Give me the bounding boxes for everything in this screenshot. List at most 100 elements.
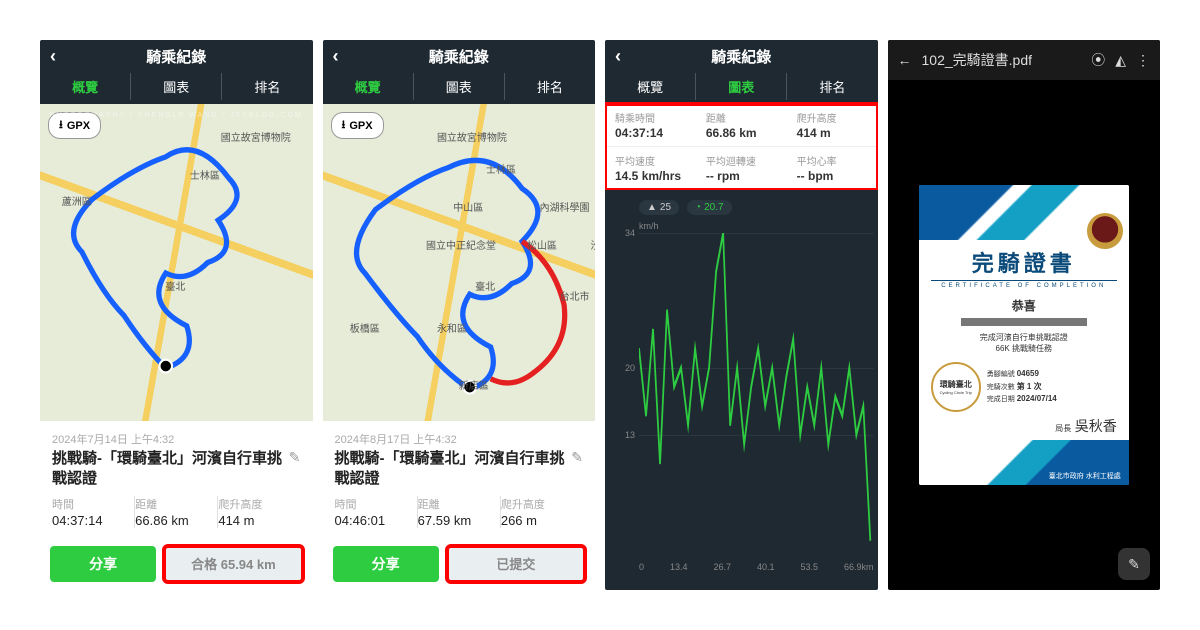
medal-icon	[1087, 213, 1123, 249]
summary: 2024年7月14日 上午4:32 挑戰騎-「環騎臺北」河濱自行車挑戰認證 ✎ …	[40, 421, 313, 538]
back-icon[interactable]: ‹	[50, 46, 56, 67]
cert-signature: 局長 吳秋香	[931, 416, 1117, 436]
place-label: 國立故宮博物院	[437, 129, 507, 144]
elevation-badge[interactable]: ▲25	[639, 200, 679, 215]
metric-label: 距離	[135, 496, 209, 512]
cert-logo: 環騎臺北 Cycling Circle Trip	[931, 362, 981, 412]
tabs: 概覽 圖表 排名	[40, 73, 313, 104]
share-button[interactable]: 分享	[50, 546, 156, 582]
stat-label: 平均迴轉速	[706, 153, 777, 168]
place-label: 板橋區	[350, 320, 380, 335]
cert-details: 勇腳編號 04659 完騎次數 第 1 次 完成日期 2024/07/14	[987, 368, 1117, 406]
place-label: 臺北	[475, 278, 495, 293]
gpx-button[interactable]: ⭳ GPX	[48, 112, 101, 139]
topbar: ‹ 騎乘紀錄	[323, 40, 596, 73]
more-icon[interactable]: ⋮	[1136, 52, 1150, 69]
share-button[interactable]: 分享	[333, 546, 439, 582]
gpx-button[interactable]: ⭳ GPX	[331, 112, 384, 139]
redacted-name	[961, 318, 1087, 326]
tab-chart[interactable]: 圖表	[131, 73, 222, 100]
map[interactable]: ⭳ GPX 國立故宮博物院 士林區 中山區 內湖科學園 國立中正紀念堂 松山區 …	[323, 104, 596, 421]
place-label: 中山區	[453, 199, 483, 214]
place-label: 新店區	[459, 377, 489, 392]
pdf-viewport[interactable]: 完騎證書 CERTIFICATE OF COMPLETION 恭喜 完成河濱自行…	[888, 80, 1161, 590]
ride-date: 2024年7月14日 上午4:32	[52, 431, 301, 447]
place-label: 內湖科學園	[540, 199, 590, 214]
speed-badge[interactable]: ◔20.7	[687, 200, 732, 215]
place-label: 松山區	[527, 237, 557, 252]
certificate: 完騎證書 CERTIFICATE OF COMPLETION 恭喜 完成河濱自行…	[919, 185, 1129, 485]
back-icon[interactable]: ‹	[615, 46, 621, 67]
status-button[interactable]: 合格 65.94 km	[164, 546, 302, 582]
place-label: 蘆洲區	[62, 193, 92, 208]
edit-icon[interactable]: ✎	[571, 449, 583, 466]
stat-label: 騎乘時間	[615, 110, 686, 125]
mountain-icon: ▲	[647, 202, 657, 213]
pdf-toolbar: ← 102_完騎證書.pdf ⦿ ◭ ⋮	[888, 40, 1161, 80]
metric-label: 爬升高度	[218, 496, 292, 512]
cert-footer: 臺北市政府 水利工程處	[1049, 471, 1121, 481]
topbar: ‹ 騎乘紀錄	[40, 40, 313, 73]
tab-overview[interactable]: 概覽	[323, 73, 414, 100]
back-icon[interactable]: ‹	[333, 46, 339, 67]
place-label: 汐	[590, 237, 595, 252]
gauge-icon: ◔	[695, 202, 701, 213]
ride-date: 2024年8月17日 上午4:32	[335, 431, 584, 447]
place-label: 永和區	[437, 320, 467, 335]
place-label: 臺北	[165, 278, 185, 293]
tab-rank[interactable]: 排名	[505, 73, 595, 100]
panel-chart: ‹ 騎乘紀錄 概覽 圖表 排名 騎乘時間04:37:14 距離66.86 km …	[605, 40, 878, 590]
tab-rank[interactable]: 排名	[787, 73, 877, 100]
cert-congrats: 恭喜	[931, 297, 1117, 314]
stat-value: 04:37:14	[615, 126, 686, 140]
status-button[interactable]: 已提交	[447, 546, 585, 582]
stat-label: 爬升高度	[797, 110, 868, 125]
tabs: 概覽 圖表 排名	[323, 73, 596, 104]
tab-overview[interactable]: 概覽	[40, 73, 131, 100]
metric-label: 爬升高度	[501, 496, 575, 512]
place-label: 國立中正紀念堂	[426, 237, 496, 252]
place-label: 士林區	[190, 167, 220, 182]
place-label: 士林區	[486, 161, 516, 176]
download-icon: ⭳	[59, 116, 63, 135]
summary: 2024年8月17日 上午4:32 挑戰騎-「環騎臺北」河濱自行車挑戰認證 ✎ …	[323, 421, 596, 538]
edit-fab[interactable]: ✎	[1118, 548, 1150, 580]
pdf-filename: 102_完騎證書.pdf	[922, 50, 1082, 70]
panel-overview-1: PHOTOGRAPHY / SHENGLE WANG / JFSBLOG.COM…	[40, 40, 313, 590]
chart[interactable]: ▲25 ◔20.7 km/h 132034 013.426.740.153.56…	[605, 190, 878, 590]
edit-icon[interactable]: ✎	[289, 449, 301, 466]
y-tick-label: 34	[625, 228, 635, 238]
tab-chart[interactable]: 圖表	[414, 73, 505, 100]
y-tick-label: 13	[625, 430, 635, 440]
drive-icon[interactable]: ◭	[1115, 52, 1126, 69]
place-label: 台北市	[560, 288, 590, 303]
stats-grid: 騎乘時間04:37:14 距離66.86 km 爬升高度414 m 平均速度14…	[605, 104, 878, 190]
metric-label: 時間	[52, 496, 126, 512]
tab-chart[interactable]: 圖表	[696, 73, 787, 100]
app-title: 騎乘紀錄	[615, 46, 868, 67]
stat-value: 414 m	[797, 126, 868, 140]
cert-desc: 完成河濱自行車挑戰認證 66K 挑戰騎任務	[931, 332, 1117, 354]
place-label: 國立故宮博物院	[221, 129, 291, 144]
back-icon[interactable]: ←	[898, 52, 912, 68]
x-tick-label: 66.9km	[844, 562, 874, 572]
ride-title: 挑戰騎-「環騎臺北」河濱自行車挑戰認證	[335, 449, 566, 488]
metric-value: 67.59 km	[418, 513, 492, 528]
y-unit: km/h	[639, 221, 874, 231]
x-tick-label: 26.7	[713, 562, 731, 572]
panel-pdf: ← 102_完騎證書.pdf ⦿ ◭ ⋮ 完騎證書 CERTIFICATE OF…	[888, 40, 1161, 590]
stat-label: 平均速度	[615, 153, 686, 168]
metric-label: 距離	[418, 496, 492, 512]
tab-overview[interactable]: 概覽	[605, 73, 696, 100]
app-title: 騎乘紀錄	[333, 46, 586, 67]
ride-title: 挑戰騎-「環騎臺北」河濱自行車挑戰認證	[52, 449, 283, 488]
cert-subtitle: CERTIFICATE OF COMPLETION	[931, 280, 1117, 289]
metric-value: 414 m	[218, 513, 292, 528]
x-axis-labels: 013.426.740.153.566.9km	[639, 560, 874, 572]
tab-rank[interactable]: 排名	[222, 73, 312, 100]
metric-label: 時間	[335, 496, 409, 512]
search-icon[interactable]: ⦿	[1091, 50, 1105, 70]
map[interactable]: ⭳ GPX 國立故宮博物院 士林區 蘆洲區 臺北	[40, 104, 313, 421]
metric-value: 04:46:01	[335, 513, 409, 528]
stat-value: -- rpm	[706, 169, 777, 183]
